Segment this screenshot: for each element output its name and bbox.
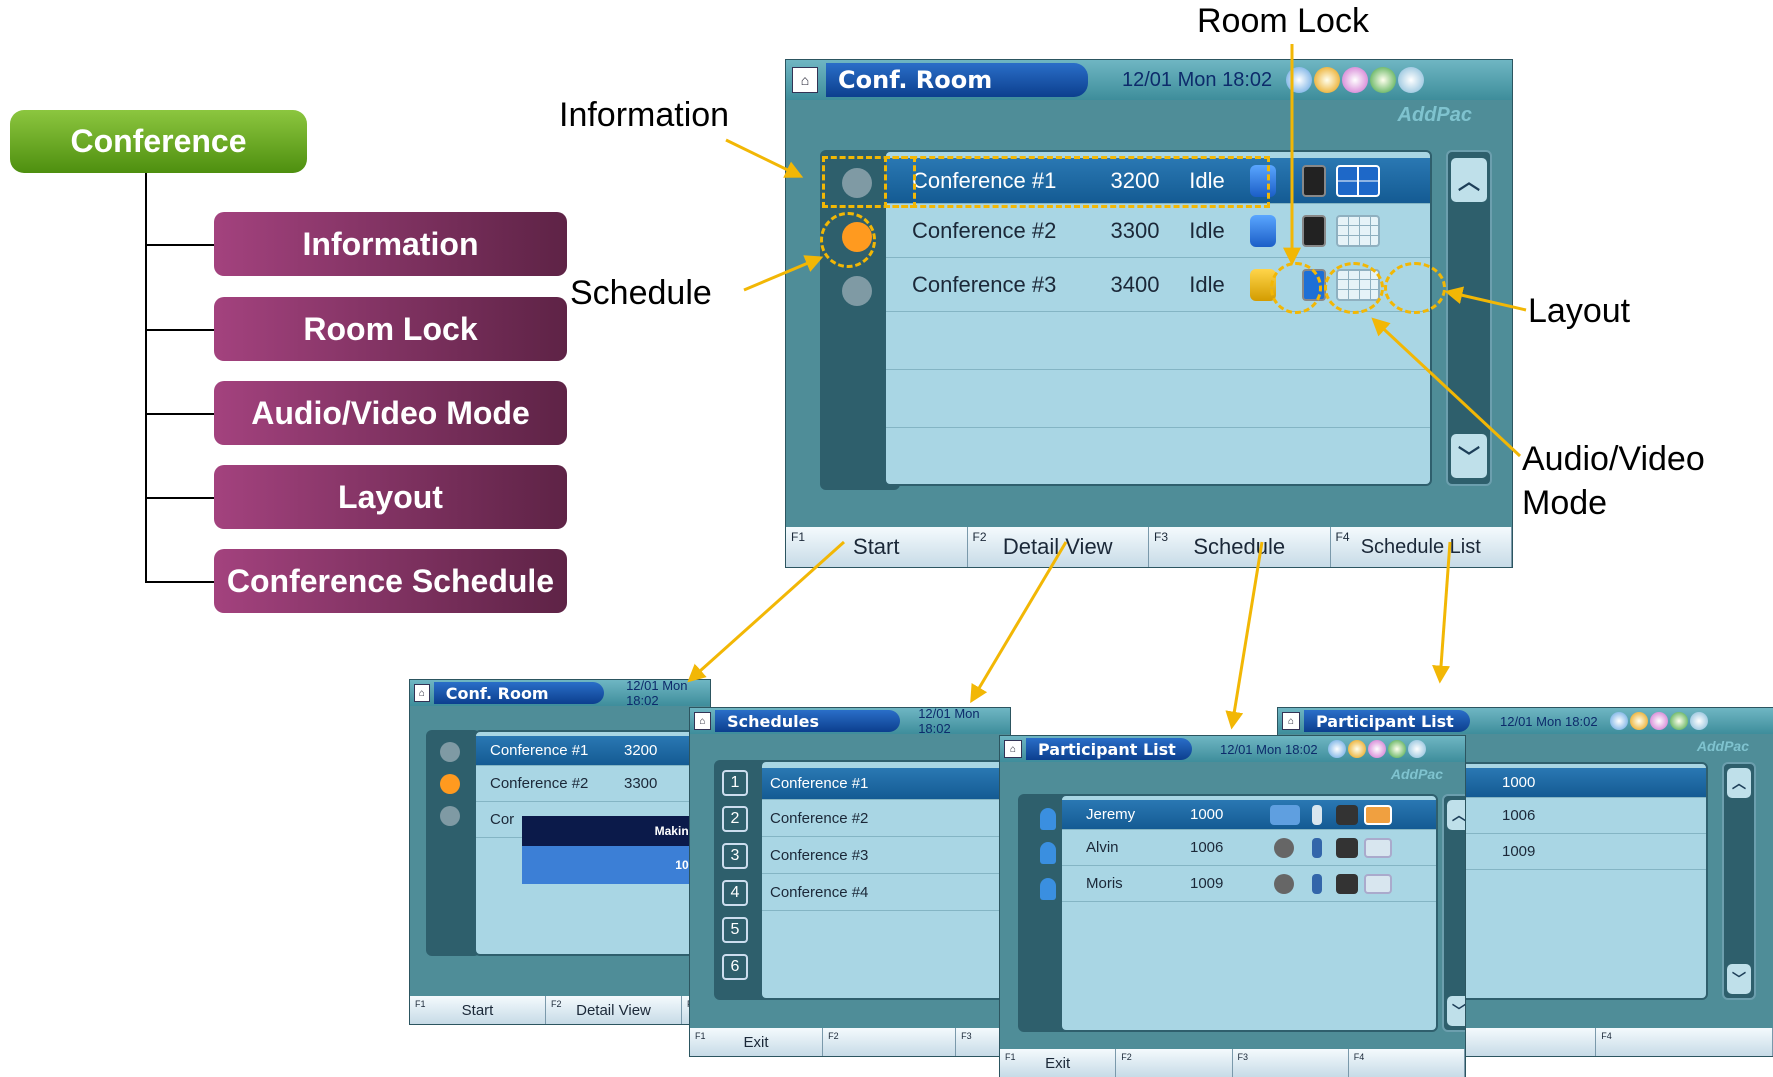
arrow-av-mode [1371,317,1522,458]
arrow-information [725,138,804,178]
arrow-schedule-key [1225,541,1264,730]
arrow-schedule [743,255,824,292]
arrow-schedule-list [1432,541,1452,684]
arrow-detail-view [970,541,1068,704]
callout-arrows [687,44,1527,730]
arrow-layout [1444,286,1527,312]
arrow-start [687,540,846,683]
